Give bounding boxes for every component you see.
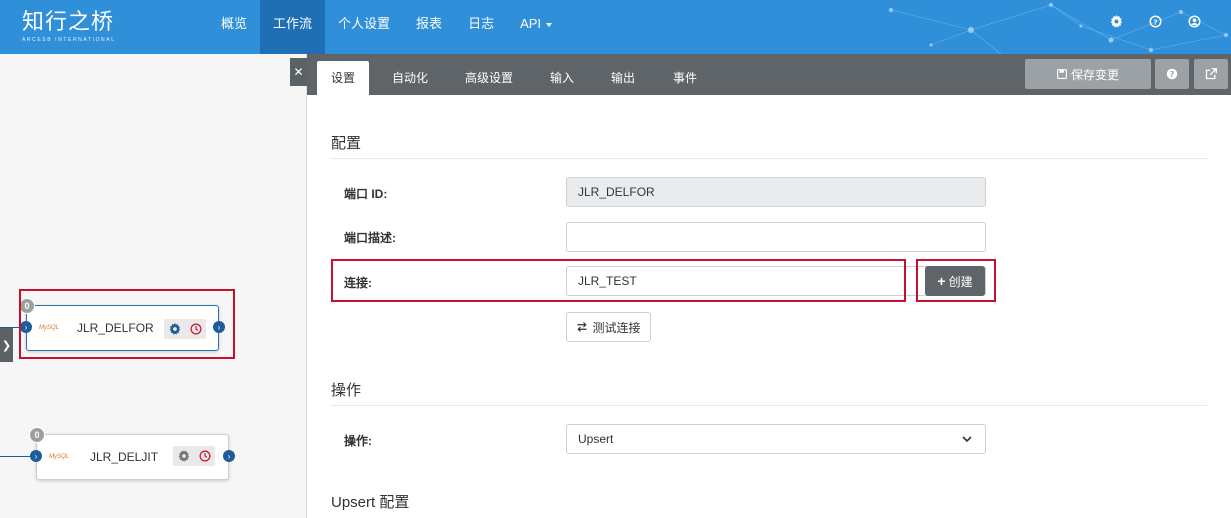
main-nav: 概览 工作流 个人设置 报表 日志 API (208, 0, 565, 54)
help-icon[interactable]: ? (1149, 15, 1162, 28)
clock-icon[interactable] (199, 450, 211, 462)
tab-bar: 设置 自动化 高级设置 输入 输出 事件 保存变更 ? (307, 54, 1231, 95)
tab-input[interactable]: 输入 (537, 61, 587, 95)
divider (331, 158, 1207, 159)
chevron-down-icon (962, 436, 972, 443)
port-id-field: JLR_DELFOR (566, 177, 986, 207)
section-title-upsert: Upsert 配置 (331, 494, 410, 511)
user-icon[interactable] (1188, 15, 1201, 28)
svg-text:?: ? (1170, 70, 1174, 79)
expand-sidebar-button[interactable]: ❯ (0, 328, 13, 362)
section-title-operation: 操作 (331, 382, 362, 399)
top-icons: ? (1110, 15, 1201, 28)
connector-line (0, 456, 30, 457)
highlight-box (19, 289, 235, 359)
operation-select[interactable]: Upsert (566, 424, 986, 454)
tab-settings[interactable]: 设置 (317, 61, 369, 95)
nav-item-api[interactable]: API (507, 0, 565, 54)
tab-automation[interactable]: 自动化 (380, 61, 440, 95)
port-id-label: 端口 ID: (344, 187, 388, 201)
nav-item-reports[interactable]: 报表 (403, 0, 455, 54)
nav-label: 工作流 (273, 16, 313, 31)
workflow-node-jlr-deljit[interactable]: MySQL JLR_DELJIT (36, 434, 229, 480)
nav-item-overview[interactable]: 概览 (208, 0, 260, 54)
nav-item-logs[interactable]: 日志 (455, 0, 507, 54)
output-port-icon[interactable]: › (223, 450, 235, 462)
logo-text: 知行之桥 (22, 10, 115, 35)
test-connection-button[interactable]: 测试连接 (566, 312, 651, 342)
port-desc-label: 端口描述: (344, 231, 396, 245)
section-title-config: 配置 (331, 135, 362, 152)
tab-advanced[interactable]: 高级设置 (452, 61, 526, 95)
workflow-canvas[interactable]: MySQL JLR_DELFOR 0 › › MySQL JLR_DELJIT … (0, 54, 307, 518)
help-button[interactable]: ? (1155, 59, 1189, 89)
port-settings-panel: 设置 自动化 高级设置 输入 输出 事件 保存变更 ? 配置 端口 ID: JL… (307, 54, 1231, 518)
logo-subtext: ARCESB INTERNATIONAL (22, 37, 116, 43)
save-button[interactable]: 保存变更 (1025, 59, 1151, 89)
floppy-icon (1057, 69, 1067, 79)
popout-button[interactable] (1194, 59, 1228, 89)
mysql-logo: MySQL (49, 454, 70, 460)
caret-down-icon (546, 22, 553, 27)
app-logo[interactable]: 知行之桥 ARCESB INTERNATIONAL (22, 10, 116, 43)
node-tools (173, 446, 215, 466)
highlight-box (916, 259, 996, 302)
node-label: JLR_DELJIT (90, 450, 159, 464)
svg-text:?: ? (1153, 17, 1157, 26)
external-link-icon (1205, 68, 1217, 80)
status-badge: 0 (29, 427, 45, 443)
port-desc-textarea[interactable] (566, 222, 986, 252)
input-port-icon[interactable]: › (30, 450, 42, 462)
gear-icon[interactable] (178, 450, 190, 462)
divider (331, 405, 1207, 406)
help-icon: ? (1166, 68, 1178, 80)
top-navbar: 知行之桥 ARCESB INTERNATIONAL 概览 工作流 个人设置 报表… (0, 0, 1231, 54)
nav-item-profile[interactable]: 个人设置 (325, 0, 403, 54)
close-panel-button[interactable]: ✕ (290, 58, 307, 86)
operation-label: 操作: (344, 434, 372, 448)
nav-label: 日志 (468, 16, 495, 31)
nav-label: API (520, 16, 542, 31)
save-label: 保存变更 (1070, 67, 1119, 82)
nav-label: 概览 (221, 16, 248, 31)
operation-value: Upsert (578, 432, 614, 446)
test-label: 测试连接 (592, 320, 641, 335)
tab-events[interactable]: 事件 (660, 61, 710, 95)
nav-item-workflow[interactable]: 工作流 (260, 0, 326, 54)
highlight-box (331, 259, 906, 302)
gear-icon[interactable] (1110, 15, 1123, 28)
nav-label: 个人设置 (338, 16, 391, 31)
exchange-icon (577, 322, 588, 332)
nav-label: 报表 (416, 16, 443, 31)
tab-output[interactable]: 输出 (598, 61, 648, 95)
